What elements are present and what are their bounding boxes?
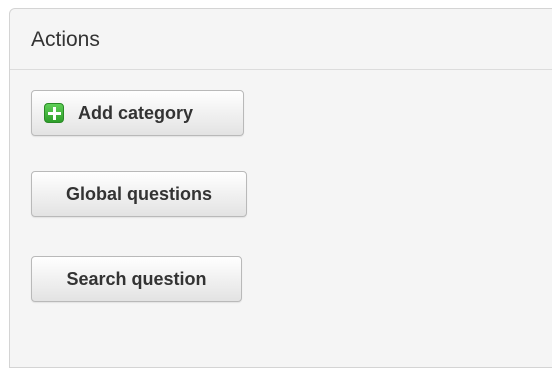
panel-title: Actions [31,28,100,51]
actions-panel: Actions Add category Global questions Se… [9,8,552,368]
search-question-label: Search question [66,268,207,289]
plus-icon [44,103,64,123]
global-questions-label: Global questions [65,183,212,204]
global-questions-button[interactable]: Global questions [31,171,247,217]
add-category-button[interactable]: Add category [31,90,244,136]
panel-header: Actions [10,9,552,70]
add-category-label: Add category [78,102,194,123]
search-question-button[interactable]: Search question [31,256,242,302]
